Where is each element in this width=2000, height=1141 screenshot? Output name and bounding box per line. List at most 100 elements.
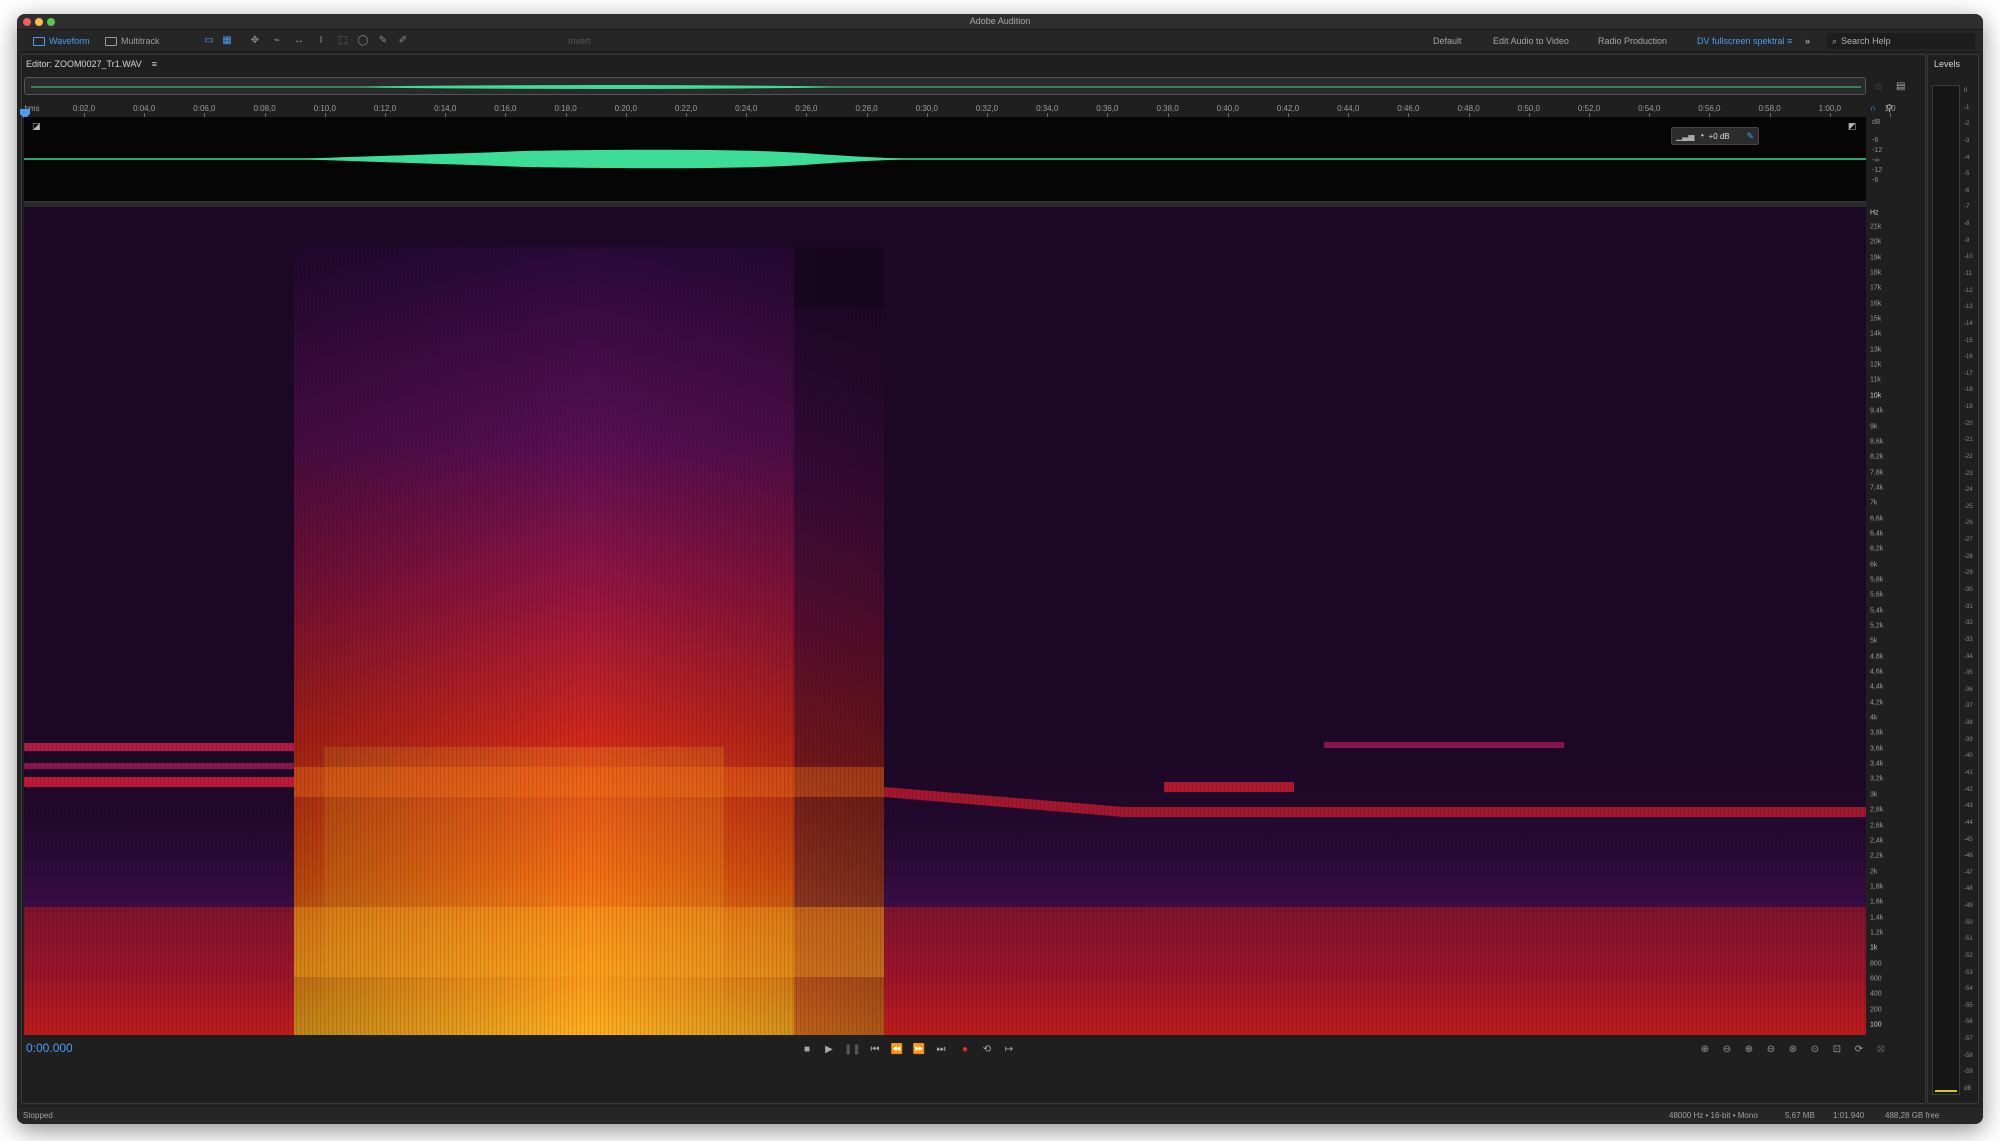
level-scale-label: -51 bbox=[1964, 936, 1973, 943]
lasso-selection-tool-icon[interactable]: ◯ bbox=[357, 35, 369, 47]
record-button[interactable]: ● bbox=[958, 1043, 972, 1057]
level-scale-label: -13 bbox=[1964, 304, 1973, 311]
zoom-reset-icon[interactable]: ⟳ bbox=[1852, 1043, 1866, 1057]
level-scale-label: -8 bbox=[1964, 221, 1970, 228]
frequency-label: 4,6k bbox=[1870, 668, 1884, 676]
time-tick-label: 0:42,0 bbox=[1276, 104, 1300, 113]
workspace-dv-fullscreen-spektral[interactable]: DV fullscreen spektral bbox=[1697, 33, 1785, 49]
frequency-label: 4,8k bbox=[1870, 653, 1884, 661]
zoom-out-time-icon[interactable]: ⊖ bbox=[1764, 1043, 1778, 1057]
show-waveform-editor-icon[interactable]: ▭ bbox=[203, 35, 215, 47]
hud-pin-icon[interactable]: ✎ bbox=[1746, 131, 1754, 142]
slip-tool-icon[interactable]: ↔ bbox=[293, 35, 305, 47]
zoom-in-amplitude-icon[interactable]: ⊕ bbox=[1698, 1043, 1712, 1057]
status-state: Stopped bbox=[23, 1111, 53, 1120]
stop-button[interactable]: ■ bbox=[800, 1043, 814, 1057]
search-help-field[interactable]: ⌕ Search Help bbox=[1827, 33, 1975, 49]
frequency-label: 9k bbox=[1870, 423, 1878, 430]
multitrack-view-button[interactable]: Multitrack bbox=[101, 33, 164, 49]
level-scale-label: -6 bbox=[1964, 187, 1970, 194]
level-scale-label: -36 bbox=[1964, 686, 1973, 693]
frequency-label: 10k bbox=[1870, 392, 1882, 400]
zoom-out-amplitude-icon[interactable]: ⊖ bbox=[1720, 1043, 1734, 1057]
time-selection-tool-icon[interactable]: I bbox=[315, 35, 327, 47]
level-scale-label: -40 bbox=[1964, 753, 1973, 760]
spectral-frequency-display[interactable] bbox=[24, 207, 1866, 1035]
go-to-start-button[interactable]: ⏮ bbox=[868, 1043, 882, 1057]
panel-menu-icon[interactable]: ≡ bbox=[152, 55, 157, 73]
level-scale-label: -15 bbox=[1964, 337, 1973, 344]
frequency-label: 1,4k bbox=[1870, 914, 1884, 922]
workspace-default[interactable]: Default bbox=[1433, 33, 1462, 49]
frequency-label: 2,8k bbox=[1870, 806, 1884, 814]
level-scale-label: -17 bbox=[1964, 370, 1973, 377]
rewind-button[interactable]: ⏪ bbox=[890, 1043, 904, 1057]
frequency-label: 11k bbox=[1870, 376, 1881, 384]
zoom-in-point-icon[interactable]: ⊙ bbox=[1808, 1043, 1822, 1057]
status-duration: 1:01.940 bbox=[1833, 1111, 1865, 1120]
waveform-corner-resize-icon[interactable]: ◩ bbox=[1848, 121, 1857, 132]
marker-pin-icon[interactable]: ⚲ bbox=[1886, 103, 1893, 114]
loop-playback-button[interactable]: ⟲ bbox=[980, 1043, 994, 1057]
snap-icon[interactable]: ∩ bbox=[1870, 103, 1876, 113]
volume-knob-icon[interactable]: ◔ bbox=[1698, 131, 1704, 142]
frequency-label: 21k bbox=[1870, 223, 1882, 231]
level-scale-label: -39 bbox=[1964, 736, 1973, 743]
frequency-label: 19k bbox=[1870, 254, 1882, 262]
zoom-to-selection-icon[interactable]: ☆ bbox=[1874, 82, 1883, 93]
amplitude-scale-label: -12 bbox=[1872, 147, 1883, 154]
fast-forward-button[interactable]: ⏩ bbox=[912, 1043, 926, 1057]
status-bar: Stopped 48000 Hz • 16-bit • Mono 5,67 MB… bbox=[17, 1106, 1983, 1124]
hud-volume-control[interactable]: ▁▃▅ ◔ +0 dB ✎ bbox=[1671, 127, 1759, 145]
timeline-ruler[interactable]: hms 0:02,0 0:04,0 0:06,0 0:08,0 0:10,0 0:12,0… bbox=[20, 103, 1896, 119]
frequency-label: 13k bbox=[1870, 346, 1882, 354]
amplitude-scale-label: -∞ bbox=[1872, 157, 1880, 164]
play-button[interactable]: ▶ bbox=[822, 1043, 836, 1057]
overview-bar[interactable] bbox=[24, 77, 1866, 95]
frequency-label: 800 bbox=[1870, 960, 1882, 968]
zoom-out-full-icon[interactable]: ⊛ bbox=[1786, 1043, 1800, 1057]
skip-selection-button[interactable]: ↦ bbox=[1002, 1043, 1016, 1057]
invert-button[interactable]: Invert bbox=[564, 33, 595, 49]
multitrack-view-label: Multitrack bbox=[121, 36, 160, 46]
level-scale-label: -42 bbox=[1964, 786, 1973, 793]
app-title: Adobe Audition bbox=[969, 16, 1031, 26]
editor-tab[interactable]: Editor: ZOOM0027_Tr1.WAV ≡ bbox=[24, 55, 157, 73]
level-scale-label: -23 bbox=[1964, 470, 1973, 477]
time-tick-label: 0:16,0 bbox=[494, 104, 517, 113]
level-scale-label: -59 bbox=[1964, 1069, 1973, 1076]
volume-value[interactable]: +0 dB bbox=[1709, 132, 1730, 141]
level-scale-label: -32 bbox=[1964, 620, 1973, 627]
search-icon: ⌕ bbox=[1832, 36, 1838, 46]
time-tick-label: 0:40,0 bbox=[1216, 104, 1239, 113]
workspace-menu-icon[interactable]: ≡ bbox=[1787, 33, 1792, 49]
current-time-display[interactable]: 0:00.000 bbox=[26, 1041, 73, 1055]
level-scale-label: -57 bbox=[1964, 1036, 1973, 1043]
status-format: 48000 Hz • 16-bit • Mono bbox=[1669, 1111, 1758, 1120]
waveform-display[interactable]: ◪ ◩ ▁▃▅ ◔ +0 dB ✎ bbox=[24, 117, 1866, 201]
paintbrush-selection-tool-icon[interactable]: ✎ bbox=[377, 35, 389, 47]
razor-tool-icon[interactable]: ⌁ bbox=[271, 35, 283, 47]
waveform-resize-icon[interactable]: ◪ bbox=[32, 121, 41, 132]
waveform-view-icon bbox=[33, 36, 45, 46]
go-to-end-button[interactable]: ⏭ bbox=[934, 1043, 948, 1057]
level-scale-label: -34 bbox=[1964, 653, 1973, 660]
pause-button[interactable]: ❚❚ bbox=[844, 1043, 861, 1057]
frequency-label: 3,8k bbox=[1870, 729, 1884, 737]
workspace-edit-audio-to-video[interactable]: Edit Audio to Video bbox=[1493, 33, 1569, 49]
time-tick-label: 0:14,0 bbox=[434, 104, 457, 113]
overview-menu-icon[interactable]: ▤ bbox=[1896, 81, 1905, 92]
time-tick-label: 0:10,0 bbox=[313, 104, 336, 113]
move-tool-icon[interactable]: ✥ bbox=[249, 35, 261, 47]
amplitude-scale-unit: dB bbox=[1872, 119, 1881, 126]
waveform-view-button[interactable]: Waveform bbox=[29, 33, 94, 49]
zoom-to-selection-icon[interactable]: ⊡ bbox=[1830, 1043, 1844, 1057]
more-workspaces-button[interactable]: » bbox=[1805, 33, 1810, 49]
spot-healing-brush-tool-icon[interactable]: ✐ bbox=[397, 35, 409, 47]
workspace-radio-production[interactable]: Radio Production bbox=[1598, 33, 1667, 49]
marquee-selection-tool-icon[interactable]: ⬚ bbox=[337, 35, 349, 47]
zoom-in-time-icon[interactable]: ⊕ bbox=[1742, 1043, 1756, 1057]
show-spectral-display-icon[interactable]: ▦ bbox=[221, 35, 233, 47]
frequency-label: 15k bbox=[1870, 315, 1882, 323]
zoom-to-marker-icon[interactable]: ⊠ bbox=[1874, 1043, 1888, 1057]
